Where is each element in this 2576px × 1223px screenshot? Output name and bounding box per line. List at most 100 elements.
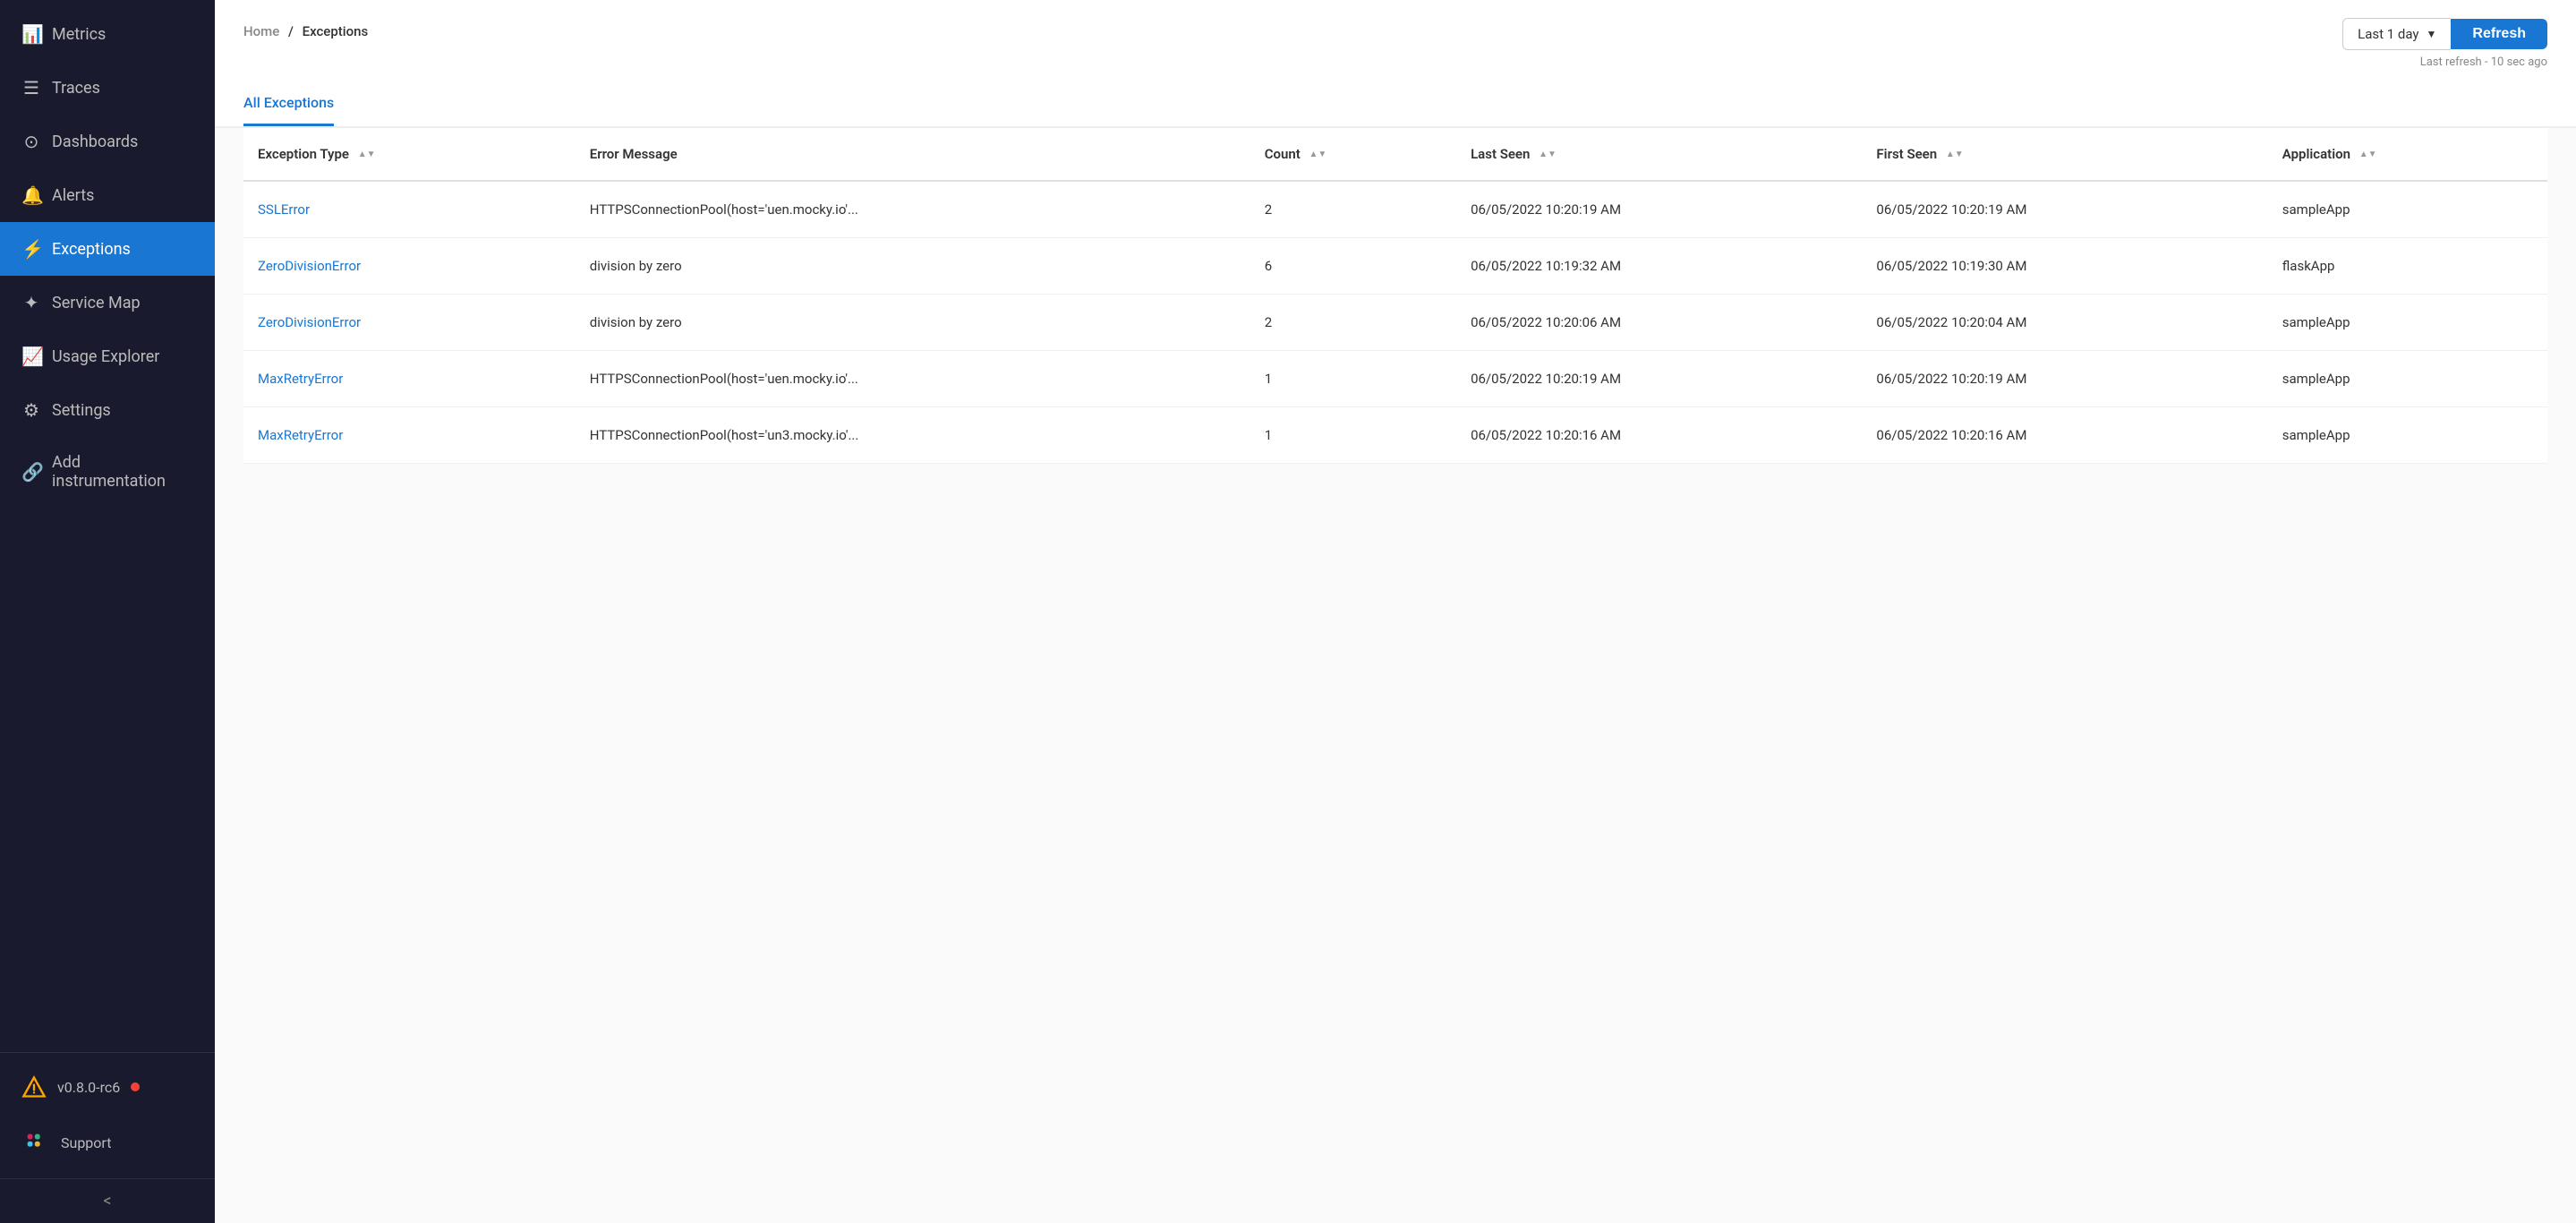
cell-last-seen-2: 06/05/2022 10:20:06 AM	[1456, 295, 1862, 351]
cell-error-message-2: division by zero	[576, 295, 1250, 351]
table-row: ZeroDivisionError division by zero 6 06/…	[243, 238, 2547, 295]
cell-first-seen-3: 06/05/2022 10:20:19 AM	[1862, 351, 2267, 407]
cell-count-1: 6	[1250, 238, 1456, 295]
sort-icon-count: ▲▼	[1309, 150, 1327, 159]
cell-application-0: sampleApp	[2268, 181, 2547, 238]
exceptions-table: Exception Type ▲▼ Error Message Count ▲▼…	[243, 128, 2547, 464]
topbar-controls: Last 1 day ▼ Refresh	[2342, 18, 2547, 50]
cell-last-seen-3: 06/05/2022 10:20:19 AM	[1456, 351, 1862, 407]
sidebar-item-support[interactable]: Support	[0, 1114, 215, 1171]
table-row: SSLError HTTPSConnectionPool(host='uen.m…	[243, 181, 2547, 238]
exception-type-link-0[interactable]: SSLError	[258, 201, 310, 218]
sidebar-item-label: Settings	[52, 401, 111, 420]
usage-explorer-icon: 📈	[21, 346, 41, 367]
cell-count-4: 1	[1250, 407, 1456, 464]
cell-first-seen-2: 06/05/2022 10:20:04 AM	[1862, 295, 2267, 351]
dashboards-icon: ⊙	[21, 131, 41, 152]
table-row: MaxRetryError HTTPSConnectionPool(host='…	[243, 407, 2547, 464]
cell-application-4: sampleApp	[2268, 407, 2547, 464]
cell-error-message-4: HTTPSConnectionPool(host='un3.mocky.io'.…	[576, 407, 1250, 464]
table-row: ZeroDivisionError division by zero 2 06/…	[243, 295, 2547, 351]
main-content: Home / Exceptions Last 1 day ▼ Refresh L…	[215, 0, 2576, 1223]
tabs-bar: All Exceptions	[215, 83, 2576, 128]
sidebar-item-exceptions[interactable]: ⚡Exceptions	[0, 222, 215, 276]
cell-exception-type-1[interactable]: ZeroDivisionError	[243, 238, 576, 295]
alerts-icon: 🔔	[21, 184, 41, 206]
warning-icon	[21, 1074, 47, 1099]
col-application[interactable]: Application ▲▼	[2268, 128, 2547, 181]
sidebar-item-usage-explorer[interactable]: 📈 Usage Explorer	[0, 329, 215, 383]
breadcrumb: Home / Exceptions	[243, 18, 368, 39]
sidebar-item-settings[interactable]: ⚙ Settings	[0, 383, 215, 437]
cell-count-3: 1	[1250, 351, 1456, 407]
sort-icon-first-seen: ▲▼	[1946, 150, 1964, 159]
sort-icon-last-seen: ▲▼	[1539, 150, 1557, 159]
last-refresh-text: Last refresh - 10 sec ago	[2420, 56, 2547, 69]
chevron-down-icon: ▼	[2427, 28, 2437, 40]
col-count[interactable]: Count ▲▼	[1250, 128, 1456, 181]
slack-icon	[21, 1128, 50, 1157]
support-label: Support	[61, 1134, 111, 1151]
sidebar-item-label: Traces	[52, 79, 100, 98]
table-header: Exception Type ▲▼ Error Message Count ▲▼…	[243, 128, 2547, 181]
cell-application-2: sampleApp	[2268, 295, 2547, 351]
sidebar-item-add-instrumentation[interactable]: 🔗 Add instrumentation	[0, 437, 215, 507]
exception-type-link-4[interactable]: MaxRetryError	[258, 427, 343, 443]
sidebar-item-label: Metrics	[52, 25, 106, 44]
cell-first-seen-0: 06/05/2022 10:20:19 AM	[1862, 181, 2267, 238]
sidebar-item-label: Exceptions	[52, 240, 131, 259]
sidebar-item-label: Add instrumentation	[52, 453, 193, 491]
col-last-seen[interactable]: Last Seen ▲▼	[1456, 128, 1862, 181]
refresh-button[interactable]: Refresh	[2451, 19, 2547, 49]
sidebar-item-metrics[interactable]: 📊 Metrics	[0, 7, 215, 61]
cell-exception-type-0[interactable]: SSLError	[243, 181, 576, 238]
topbar: Home / Exceptions Last 1 day ▼ Refresh L…	[215, 0, 2576, 69]
sidebar-item-traces[interactable]: ☰ Traces	[0, 61, 215, 115]
service-map-icon: ✦	[21, 292, 41, 313]
version-label: v0.8.0-rc6	[57, 1079, 120, 1096]
sidebar-collapse-button[interactable]: <	[0, 1178, 215, 1223]
cell-error-message-1: division by zero	[576, 238, 1250, 295]
cell-count-2: 2	[1250, 295, 1456, 351]
cell-application-3: sampleApp	[2268, 351, 2547, 407]
sidebar-item-dashboards[interactable]: ⊙ Dashboards	[0, 115, 215, 168]
cell-application-1: flaskApp	[2268, 238, 2547, 295]
cell-first-seen-4: 06/05/2022 10:20:16 AM	[1862, 407, 2267, 464]
sidebar-item-label: Usage Explorer	[52, 347, 159, 366]
table-area: Exception Type ▲▼ Error Message Count ▲▼…	[215, 128, 2576, 1223]
sidebar: 📊 Metrics ☰ Traces ⊙ Dashboards 🔔 Alerts ⚡Except…	[0, 0, 215, 1223]
cell-last-seen-1: 06/05/2022 10:19:32 AM	[1456, 238, 1862, 295]
traces-icon: ☰	[21, 77, 41, 98]
tab-all-exceptions[interactable]: All Exceptions	[243, 83, 334, 126]
sidebar-item-version[interactable]: v0.8.0-rc6	[0, 1060, 215, 1114]
settings-icon: ⚙	[21, 399, 41, 421]
collapse-icon: <	[103, 1192, 111, 1210]
cell-last-seen-4: 06/05/2022 10:20:16 AM	[1456, 407, 1862, 464]
cell-last-seen-0: 06/05/2022 10:20:19 AM	[1456, 181, 1862, 238]
sidebar-item-label: Service Map	[52, 294, 141, 312]
exception-type-link-1[interactable]: ZeroDivisionError	[258, 258, 361, 274]
version-badge	[131, 1082, 140, 1091]
sidebar-item-alerts[interactable]: 🔔 Alerts	[0, 168, 215, 222]
time-select-label: Last 1 day	[2358, 26, 2418, 42]
sidebar-item-service-map[interactable]: ✦ Service Map	[0, 276, 215, 329]
cell-first-seen-1: 06/05/2022 10:19:30 AM	[1862, 238, 2267, 295]
sidebar-item-label: Alerts	[52, 186, 94, 205]
col-exception-type[interactable]: Exception Type ▲▼	[243, 128, 576, 181]
sidebar-nav: 📊 Metrics ☰ Traces ⊙ Dashboards 🔔 Alerts ⚡Except…	[0, 0, 215, 1052]
cell-exception-type-3[interactable]: MaxRetryError	[243, 351, 576, 407]
col-first-seen[interactable]: First Seen ▲▼	[1862, 128, 2267, 181]
sidebar-bottom: v0.8.0-rc6 Support	[0, 1052, 215, 1178]
cell-exception-type-2[interactable]: ZeroDivisionError	[243, 295, 576, 351]
cell-exception-type-4[interactable]: MaxRetryError	[243, 407, 576, 464]
exception-type-link-2[interactable]: ZeroDivisionError	[258, 314, 361, 330]
sidebar-item-label: Dashboards	[52, 133, 138, 151]
add-instrumentation-icon: 🔗	[21, 461, 41, 483]
cell-error-message-3: HTTPSConnectionPool(host='uen.mocky.io'.…	[576, 351, 1250, 407]
exception-type-link-3[interactable]: MaxRetryError	[258, 371, 343, 387]
time-select[interactable]: Last 1 day ▼	[2342, 18, 2451, 50]
breadcrumb-home[interactable]: Home	[243, 23, 279, 39]
sort-icon-exception-type: ▲▼	[358, 150, 376, 159]
metrics-icon: 📊	[21, 23, 41, 45]
topbar-right: Last 1 day ▼ Refresh Last refresh - 10 s…	[2342, 18, 2547, 69]
